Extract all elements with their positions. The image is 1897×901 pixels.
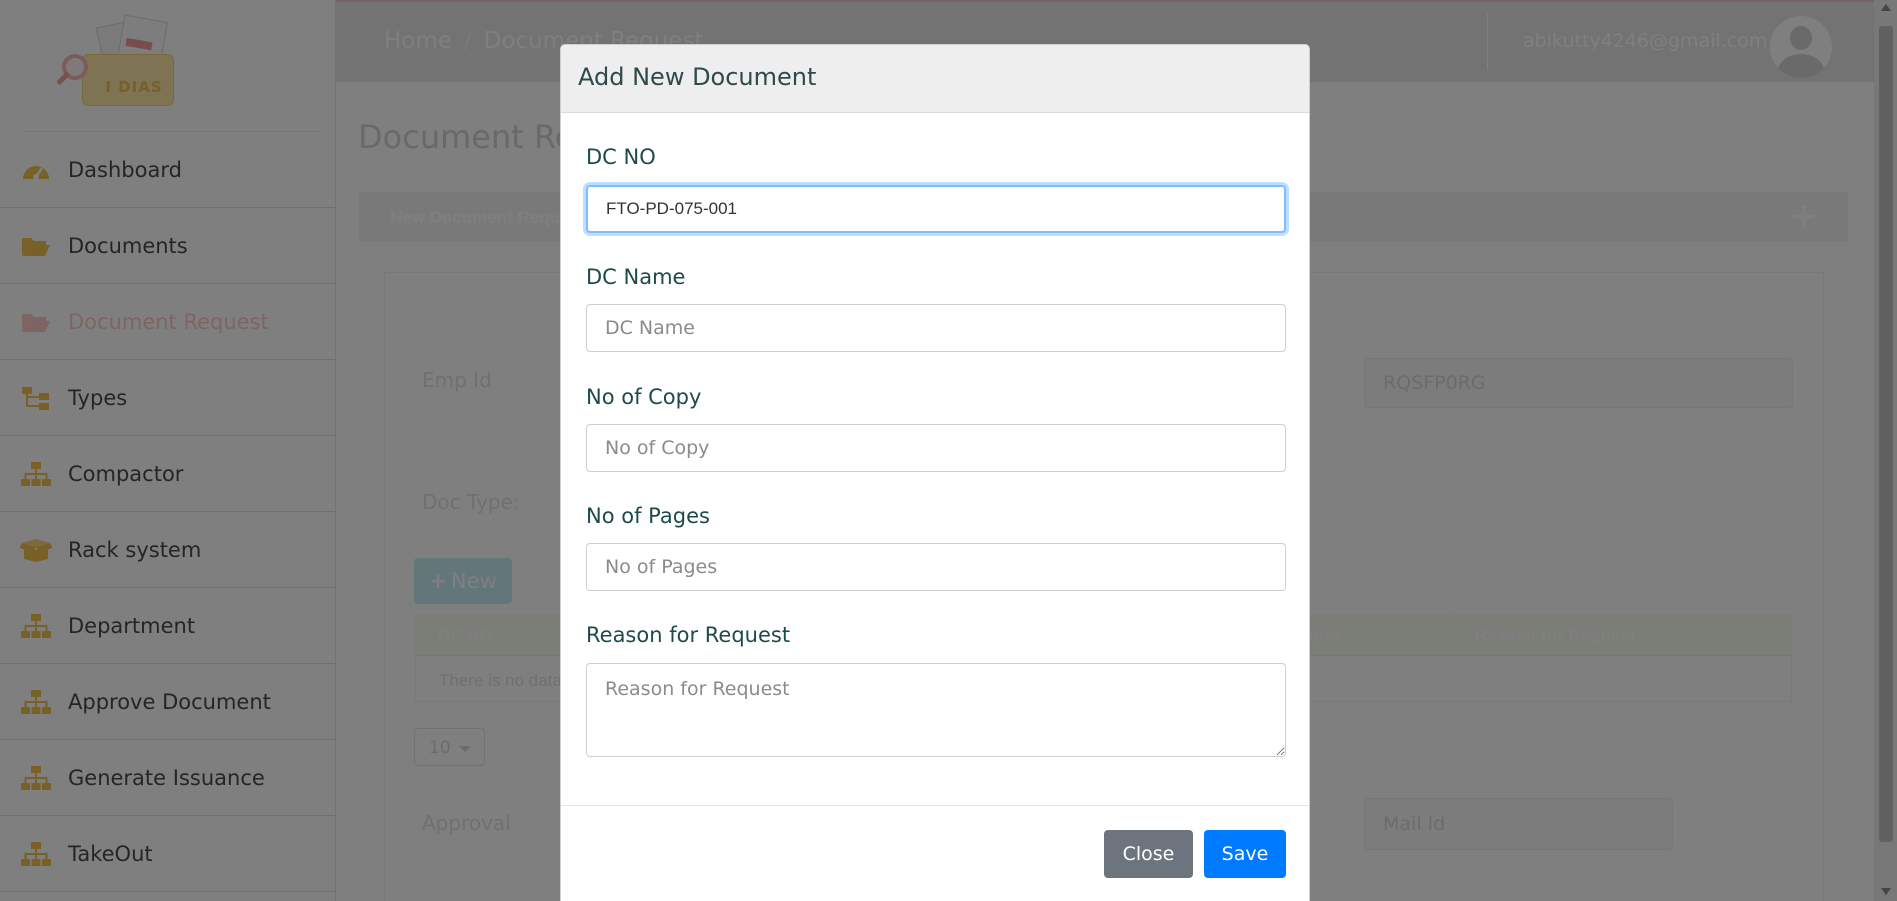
reason-label: Reason for Request [586, 623, 791, 647]
reason-textarea[interactable] [586, 663, 1286, 757]
modal-footer: Close Save [561, 805, 1309, 901]
dc-no-input[interactable] [586, 185, 1286, 233]
save-button[interactable]: Save [1204, 830, 1286, 878]
modal-header: Add New Document [561, 45, 1309, 113]
dc-name-label: DC Name [586, 265, 686, 289]
no-of-copy-label: No of Copy [586, 385, 702, 409]
modal-title: Add New Document [578, 63, 817, 91]
dc-no-label: DC NO [586, 145, 656, 169]
no-of-copy-input[interactable] [586, 424, 1286, 472]
close-button[interactable]: Close [1104, 830, 1193, 878]
add-document-modal: Add New Document DC NO DC Name No of Cop… [560, 44, 1310, 901]
dc-name-input[interactable] [586, 304, 1286, 352]
no-of-pages-label: No of Pages [586, 504, 710, 528]
no-of-pages-input[interactable] [586, 543, 1286, 591]
